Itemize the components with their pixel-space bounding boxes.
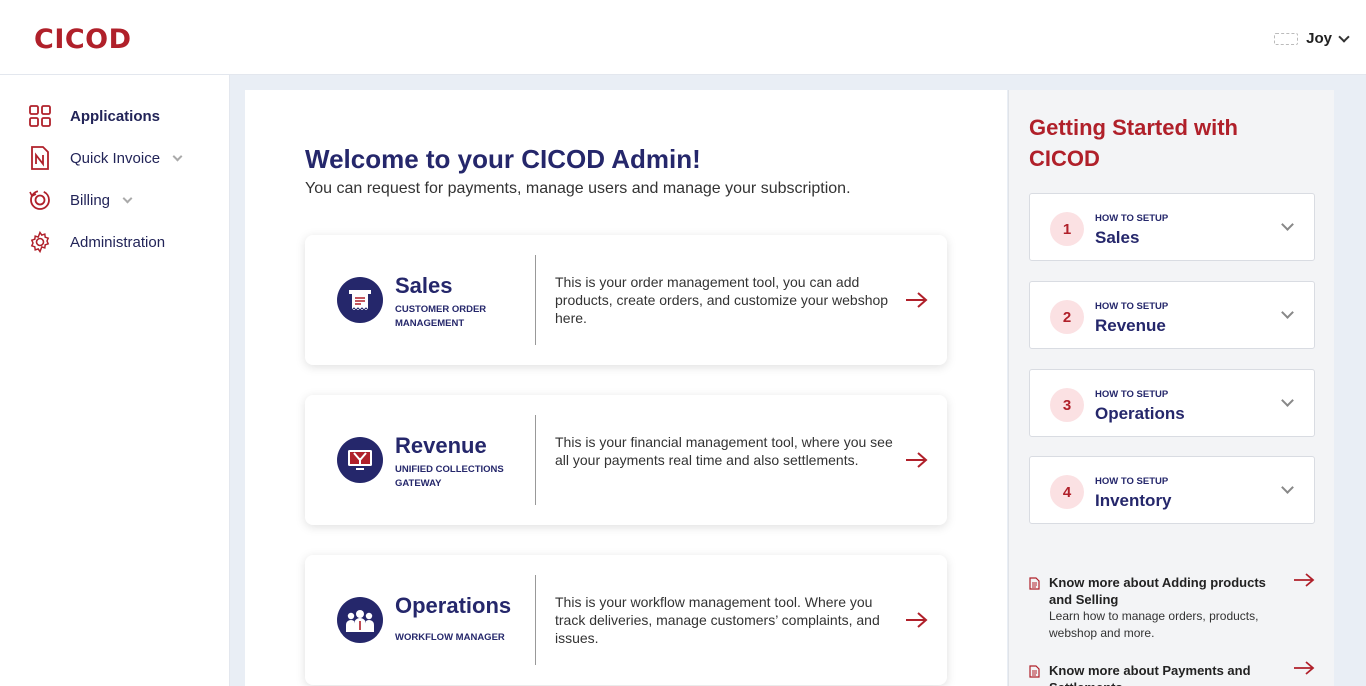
card-title: Revenue — [395, 433, 487, 458]
cicod-logo[interactable]: CICOD — [34, 24, 132, 55]
arrow-right-icon[interactable] — [1293, 660, 1315, 676]
page-title: Welcome to your CICOD Admin! — [305, 144, 701, 174]
setup-title: Inventory — [1095, 491, 1172, 510]
card-description: This is your workflow management tool. W… — [555, 594, 880, 646]
app-card-operations[interactable]: Operations WORKFLOW MANAGER This is your… — [305, 555, 947, 685]
setup-label: HOW TO SETUP — [1095, 476, 1169, 487]
know-more-title[interactable]: Know more about Payments and Settlements — [1049, 662, 1289, 686]
main-panel: Welcome to your CICOD Admin! You can req… — [245, 90, 1007, 686]
sidebar-item-label: Applications — [70, 107, 161, 125]
receipt-icon — [337, 277, 383, 323]
grid-icon — [28, 104, 52, 128]
divider — [535, 415, 536, 505]
setup-title: Revenue — [1095, 316, 1166, 335]
setup-title: Operations — [1095, 404, 1185, 423]
arrow-right-icon[interactable] — [905, 610, 929, 630]
know-more-description: Learn how to manage orders, products, we… — [1049, 609, 1259, 640]
setup-accordion-revenue[interactable]: 2 HOW TO SETUP Revenue — [1029, 281, 1315, 349]
card-title: Operations — [395, 593, 512, 618]
card-description: This is your order management tool, you … — [555, 274, 889, 326]
user-name[interactable]: Joy — [1306, 30, 1332, 47]
team-icon — [337, 597, 383, 643]
setup-accordion-operations[interactable]: 3 HOW TO SETUP Operations — [1029, 369, 1315, 437]
chevron-down-icon[interactable] — [122, 193, 133, 203]
sidebar: Applications Quick Invoice Billing Admin… — [0, 75, 230, 686]
step-number: 4 — [1050, 475, 1084, 509]
arrow-right-icon[interactable] — [1293, 572, 1315, 588]
setup-label: HOW TO SETUP — [1095, 389, 1169, 400]
card-subtitle: CUSTOMER ORDER MANAGEMENT — [395, 304, 487, 329]
chevron-down-icon[interactable] — [1281, 306, 1294, 319]
monitor-icon — [337, 437, 383, 483]
divider — [535, 255, 536, 345]
arrow-right-icon[interactable] — [905, 290, 929, 310]
arrow-right-icon[interactable] — [905, 450, 929, 470]
setup-label: HOW TO SETUP — [1095, 213, 1169, 224]
chevron-down-icon[interactable] — [172, 151, 183, 161]
know-more-title[interactable]: Know more about Adding products and Sell… — [1049, 574, 1289, 608]
invoice-icon — [28, 146, 52, 170]
card-description: This is your financial management tool, … — [555, 434, 893, 468]
setup-accordion-inventory[interactable]: 4 HOW TO SETUP Inventory — [1029, 456, 1315, 524]
sidebar-item-label: Administration — [70, 233, 166, 251]
divider — [535, 575, 536, 665]
setup-title: Sales — [1095, 228, 1140, 247]
sidebar-item-quick-invoice[interactable]: Quick Invoice — [0, 137, 229, 179]
step-number: 3 — [1050, 388, 1084, 422]
chevron-down-icon[interactable] — [1281, 481, 1294, 494]
card-title: Sales — [395, 273, 453, 298]
top-bar: CICOD Joy — [0, 0, 1366, 75]
sidebar-item-administration[interactable]: Administration — [0, 221, 229, 263]
step-number: 1 — [1050, 212, 1084, 246]
getting-started-title: Getting Started with CICOD — [1029, 115, 1238, 171]
document-icon — [1029, 665, 1040, 678]
gear-icon — [28, 230, 52, 254]
sidebar-item-applications[interactable]: Applications — [0, 95, 229, 137]
chevron-down-icon[interactable] — [1338, 30, 1350, 43]
document-icon — [1029, 577, 1040, 590]
setup-label: HOW TO SETUP — [1095, 301, 1169, 312]
card-subtitle: WORKFLOW MANAGER — [395, 632, 505, 643]
chevron-down-icon[interactable] — [1281, 218, 1294, 231]
sidebar-item-billing[interactable]: Billing — [0, 179, 229, 221]
user-menu[interactable]: Joy — [1274, 30, 1350, 47]
sidebar-item-label: Quick Invoice — [70, 149, 161, 167]
setup-accordion-sales[interactable]: 1 HOW TO SETUP Sales — [1029, 193, 1315, 261]
chevron-down-icon[interactable] — [1281, 394, 1294, 407]
billing-icon — [28, 188, 52, 212]
getting-started-panel: Getting Started with CICOD 1 HOW TO SETU… — [1008, 90, 1334, 686]
page-subtitle: You can request for payments, manage use… — [305, 180, 851, 197]
sidebar-item-label: Billing — [70, 191, 111, 209]
avatar[interactable] — [1274, 32, 1299, 45]
card-subtitle: UNIFIED COLLECTIONS GATEWAY — [395, 464, 504, 489]
step-number: 2 — [1050, 300, 1084, 334]
app-card-sales[interactable]: Sales CUSTOMER ORDER MANAGEMENT This is … — [305, 235, 947, 365]
app-card-revenue[interactable]: Revenue UNIFIED COLLECTIONS GATEWAY This… — [305, 395, 947, 525]
